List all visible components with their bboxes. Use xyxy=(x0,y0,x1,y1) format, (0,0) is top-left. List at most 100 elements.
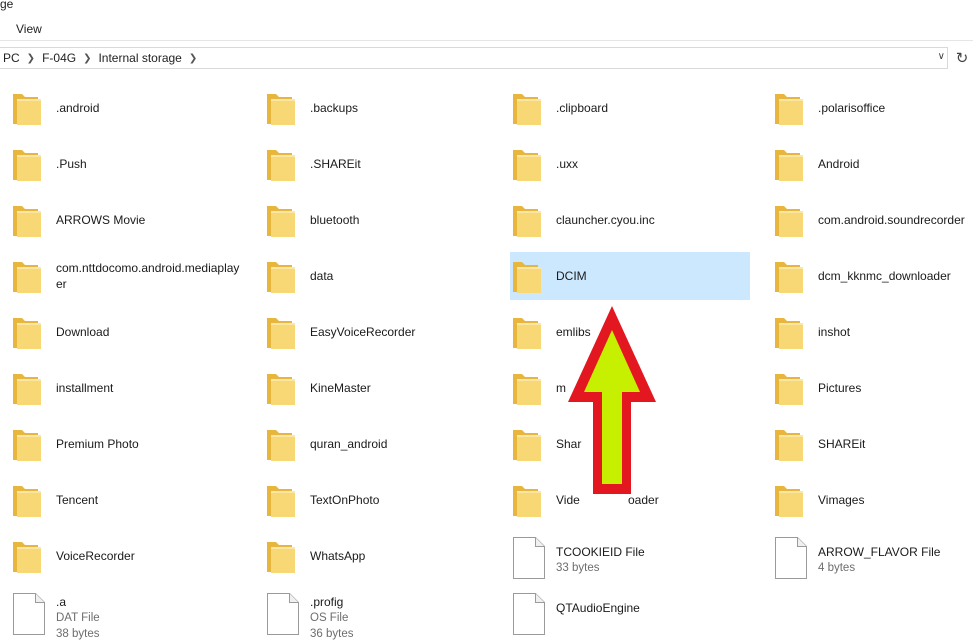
folder-item[interactable]: Premium Photo xyxy=(10,420,250,468)
file-icon xyxy=(13,593,45,635)
item-name: Android xyxy=(818,157,860,171)
item-name: quran_android xyxy=(310,437,388,451)
folder-item[interactable]: SHAREit xyxy=(772,420,973,468)
folder-item[interactable]: KineMaster xyxy=(264,364,504,412)
folder-icon xyxy=(775,486,803,517)
item-name: Vimages xyxy=(818,493,865,507)
folder-item[interactable]: VoiceRecorder xyxy=(10,532,250,580)
file-type: DAT File xyxy=(56,612,100,624)
item-name: data xyxy=(310,269,334,283)
folder-item[interactable]: .clipboard xyxy=(510,84,750,132)
folder-item[interactable]: Vimages xyxy=(772,476,973,524)
folder-item[interactable]: data xyxy=(264,252,504,300)
folder-item[interactable]: Download xyxy=(10,308,250,356)
item-name: com.android.soundrecorder xyxy=(818,213,965,227)
item-name: EasyVoiceRecorder xyxy=(310,325,416,339)
folder-icon xyxy=(513,206,541,237)
item-name: TCOOKIEID File xyxy=(556,545,645,559)
folder-icon xyxy=(13,430,41,461)
item-name: KineMaster xyxy=(310,381,371,395)
item-name: ARROW_FLAVOR File xyxy=(818,545,941,559)
folder-icon xyxy=(775,206,803,237)
folder-item[interactable]: WhatsApp xyxy=(264,532,504,580)
folder-icon xyxy=(13,150,41,181)
breadcrumb-pc[interactable]: PC xyxy=(0,51,24,65)
item-name: TextOnPhoto xyxy=(310,493,380,507)
file-size: 4 bytes xyxy=(818,562,856,574)
folder-item[interactable]: .android xyxy=(10,84,250,132)
file-item[interactable]: .a DAT File 38 bytes xyxy=(10,588,250,640)
folder-icon xyxy=(13,374,41,405)
file-item[interactable]: .profig OS File 36 bytes xyxy=(264,588,504,640)
item-name: Premium Photo xyxy=(56,437,139,451)
folder-item[interactable]: com.nttdocomo.android.mediaplayer xyxy=(10,252,250,300)
item-name: installment xyxy=(56,381,114,395)
folder-item[interactable]: Tencent xyxy=(10,476,250,524)
file-item[interactable]: TCOOKIEID File 33 bytes xyxy=(510,532,750,580)
file-size: 33 bytes xyxy=(556,562,600,574)
folder-item[interactable]: .backups xyxy=(264,84,504,132)
folder-icon xyxy=(267,262,295,293)
folder-item[interactable]: Android xyxy=(772,140,973,188)
folder-item[interactable]: .polarisoffice xyxy=(772,84,973,132)
folder-item[interactable]: .uxx xyxy=(510,140,750,188)
file-item[interactable]: QTAudioEngine xyxy=(510,588,750,636)
folder-item[interactable]: TextOnPhoto xyxy=(264,476,504,524)
folder-item[interactable]: clauncher.cyou.inc xyxy=(510,196,750,244)
item-name: .uxx xyxy=(556,157,579,171)
folder-icon xyxy=(775,262,803,293)
folder-item[interactable]: dcm_kknmc_downloader xyxy=(772,252,973,300)
folder-item[interactable]: installment xyxy=(10,364,250,412)
folder-icon xyxy=(267,318,295,349)
folder-icon xyxy=(513,318,541,349)
folder-item[interactable]: Pictures xyxy=(772,364,973,412)
folder-item[interactable]: inshot xyxy=(772,308,973,356)
folder-item[interactable]: ARROWS Movie xyxy=(10,196,250,244)
folder-item[interactable]: .Push xyxy=(10,140,250,188)
file-size: 36 bytes xyxy=(310,628,354,640)
folder-icon xyxy=(513,150,541,181)
annotation-arrow xyxy=(568,306,656,494)
folder-icon xyxy=(267,150,295,181)
breadcrumb-device[interactable]: F-04G xyxy=(38,51,80,65)
chevron-down-icon[interactable]: ∨ xyxy=(938,51,945,62)
item-name: WhatsApp xyxy=(310,549,366,563)
item-name: Pictures xyxy=(818,381,862,395)
folder-item[interactable]: com.android.soundrecorder xyxy=(772,196,973,244)
refresh-icon[interactable]: ↻ xyxy=(951,47,973,69)
file-icon xyxy=(513,593,545,635)
folder-icon xyxy=(267,206,295,237)
file-icon xyxy=(267,593,299,635)
folder-icon xyxy=(267,542,295,573)
item-name: DCIM xyxy=(556,269,587,283)
breadcrumb-internal-storage[interactable]: Internal storage xyxy=(94,51,185,65)
breadcrumb-separator-icon[interactable]: ❯ xyxy=(80,53,94,64)
file-type: OS File xyxy=(310,612,349,624)
folder-item[interactable]: bluetooth xyxy=(264,196,504,244)
folder-item[interactable]: .SHAREit xyxy=(264,140,504,188)
item-name: .Push xyxy=(56,157,87,171)
address-bar[interactable]: PC ❯ F-04G ❯ Internal storage ❯ ∨ xyxy=(0,47,948,69)
item-name: .clipboard xyxy=(556,101,609,115)
item-name: inshot xyxy=(818,325,851,339)
item-name: SHAREit xyxy=(818,437,866,451)
breadcrumb-separator-icon[interactable]: ❯ xyxy=(24,53,38,64)
folder-item[interactable]: quran_android xyxy=(264,420,504,468)
folder-icon xyxy=(267,94,295,125)
file-item[interactable]: ARROW_FLAVOR File 4 bytes xyxy=(772,532,973,580)
item-name: Tencent xyxy=(56,493,99,507)
folder-icon xyxy=(775,94,803,125)
item-name: .a xyxy=(56,595,67,609)
item-name: .backups xyxy=(310,101,359,115)
item-name: .SHAREit xyxy=(310,157,361,171)
item-name: dcm_kknmc_downloader xyxy=(818,269,951,283)
breadcrumb-separator-icon[interactable]: ❯ xyxy=(186,53,200,64)
item-name: .polarisoffice xyxy=(818,101,886,115)
folder-icon xyxy=(513,486,541,517)
folder-icon xyxy=(775,430,803,461)
folder-icon xyxy=(775,150,803,181)
item-name: Download xyxy=(56,325,110,339)
folder-item[interactable]: DCIM xyxy=(510,252,750,300)
folder-item[interactable]: EasyVoiceRecorder xyxy=(264,308,504,356)
ribbon-tab-view[interactable]: View xyxy=(16,22,42,36)
